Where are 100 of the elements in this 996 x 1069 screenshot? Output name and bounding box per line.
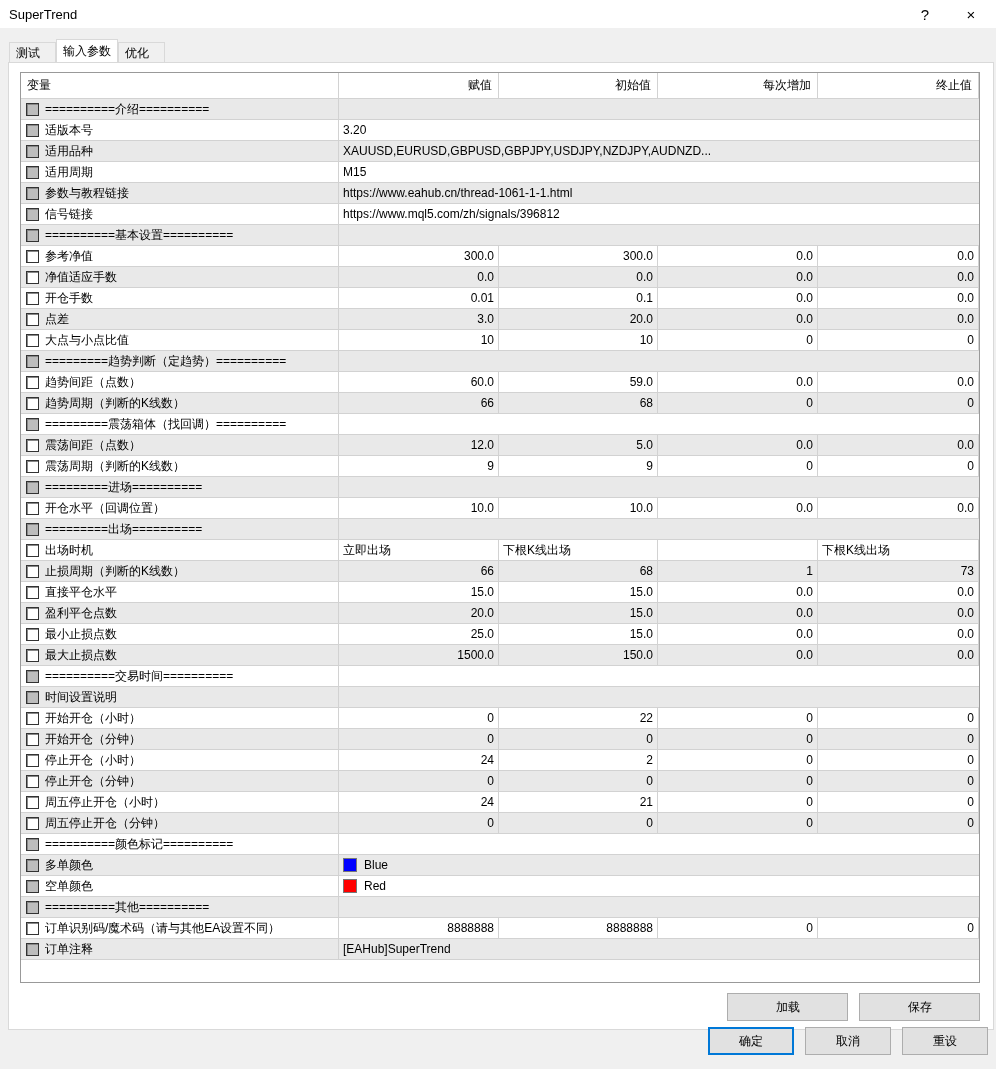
parameter-name: 多单颜色 [45, 856, 93, 874]
parameter-name: =========出场========== [45, 520, 203, 538]
help-button[interactable]: ? [902, 0, 948, 28]
table-row[interactable]: 开仓水平（回调位置） 10.0 10.0 0.0 0.0 [21, 498, 979, 519]
column-header[interactable]: 初始值 [499, 73, 658, 98]
table-cell: 21 [499, 792, 658, 812]
table-row[interactable]: 周五停止开仓（分钟） 0 0 0 0 [21, 813, 979, 834]
table-cell: 10 [499, 330, 658, 350]
checkbox[interactable] [26, 921, 39, 935]
checkbox[interactable] [26, 711, 39, 725]
table-row[interactable]: 趋势周期（判断的K线数） 66 68 0 0 [21, 393, 979, 414]
table-cell: 8888888 [499, 918, 658, 938]
checkbox[interactable] [26, 291, 39, 305]
table-row[interactable]: 大点与小点比值 10 10 0 0 [21, 330, 979, 351]
table-cell: 0.0 [658, 603, 818, 623]
table-cell: 0.1 [499, 288, 658, 308]
checkbox[interactable] [26, 732, 39, 746]
table-cell: 10.0 [339, 498, 499, 518]
table-cell: 0.0 [818, 372, 979, 392]
parameter-name: =========趋势判断（定趋势）========== [45, 352, 287, 370]
column-header[interactable]: 赋值 [339, 73, 499, 98]
checkbox[interactable] [26, 816, 39, 830]
checkbox[interactable] [26, 438, 39, 452]
table-cell: 0 [658, 771, 818, 791]
checkbox[interactable] [26, 396, 39, 410]
parameter-name: 时间设置说明 [45, 688, 117, 706]
checkbox[interactable] [26, 333, 39, 347]
table-cell: 15.0 [499, 603, 658, 623]
checkbox[interactable] [26, 648, 39, 662]
table-row[interactable]: 震荡间距（点数） 12.0 5.0 0.0 0.0 [21, 435, 979, 456]
table-row[interactable]: 止损周期（判断的K线数） 66 68 1 73 [21, 561, 979, 582]
column-header[interactable]: 变量 [21, 73, 339, 98]
table-cell: 0 [658, 729, 818, 749]
table-row[interactable]: 停止开仓（小时） 24 2 0 0 [21, 750, 979, 771]
table-row[interactable]: 开始开仓（分钟） 0 0 0 0 [21, 729, 979, 750]
checkbox[interactable] [26, 585, 39, 599]
dialog-button[interactable]: 重设 [902, 1027, 988, 1055]
checkbox[interactable] [26, 312, 39, 326]
dialog-button[interactable]: 确定 [708, 1027, 794, 1055]
column-header[interactable]: 终止值 [818, 73, 979, 98]
table-cell: 0.0 [658, 498, 818, 518]
panel-button[interactable]: 加载 [727, 993, 848, 1021]
tab[interactable]: 测试 [9, 42, 56, 63]
table-cell: 300.0 [339, 246, 499, 266]
close-button[interactable]: × [948, 0, 994, 28]
table-cell: 0 [339, 729, 499, 749]
table-cell: 0.0 [658, 288, 818, 308]
table-cell-text: https://www.eahub.cn/thread-1061-1-1.html [342, 185, 574, 202]
table-row[interactable]: 开仓手数 0.01 0.1 0.0 0.0 [21, 288, 979, 309]
parameter-name: 停止开仓（小时） [45, 751, 141, 769]
checkbox[interactable] [26, 249, 39, 263]
checkbox[interactable] [26, 543, 39, 557]
table-cell: 22 [499, 708, 658, 728]
checkbox[interactable] [26, 753, 39, 767]
table-cell: 0 [499, 729, 658, 749]
table-row[interactable]: 最小止损点数 25.0 15.0 0.0 0.0 [21, 624, 979, 645]
table-cell-text: XAUUSD,EURUSD,GBPUSD,GBPJPY,USDJPY,NZDJPY,AUDNZD... [342, 143, 713, 160]
tab[interactable]: 输入参数 [56, 39, 118, 63]
table-row[interactable]: 净值适应手数 0.0 0.0 0.0 0.0 [21, 267, 979, 288]
checkbox[interactable] [26, 375, 39, 389]
table-row[interactable]: 点差 3.0 20.0 0.0 0.0 [21, 309, 979, 330]
table-row[interactable]: 盈利平仓点数 20.0 15.0 0.0 0.0 [21, 603, 979, 624]
window-title: SuperTrend [9, 6, 79, 22]
table-cell: 下根K线出场 [499, 540, 658, 560]
checkbox[interactable] [26, 774, 39, 788]
table-cell: 24 [339, 750, 499, 770]
table-cell: 68 [499, 393, 658, 413]
parameter-name: 适用周期 [45, 163, 93, 181]
table-row[interactable]: 震荡周期（判断的K线数） 9 9 0 0 [21, 456, 979, 477]
checkbox[interactable] [26, 459, 39, 473]
table-row[interactable]: 最大止损点数 1500.0 150.0 0.0 0.0 [21, 645, 979, 666]
checkbox[interactable] [26, 564, 39, 578]
checkbox[interactable] [26, 795, 39, 809]
table-row[interactable]: 参考净值 300.0 300.0 0.0 0.0 [21, 246, 979, 267]
panel-button[interactable]: 保存 [859, 993, 980, 1021]
table-row[interactable]: 趋势间距（点数） 60.0 59.0 0.0 0.0 [21, 372, 979, 393]
parameter-name: 空单颜色 [45, 877, 93, 895]
column-header[interactable]: 每次增加 [658, 73, 818, 98]
parameter-name: =========震荡箱体（找回调）========== [45, 415, 287, 433]
checkbox[interactable] [26, 627, 39, 641]
table-row[interactable]: 订单识别码/魔术码（请与其他EA设置不同） 8888888 8888888 0 0 [21, 918, 979, 939]
table-row[interactable]: 周五停止开仓（小时） 24 21 0 0 [21, 792, 979, 813]
table-cell: 3.0 [339, 309, 499, 329]
parameter-name: 止损周期（判断的K线数） [45, 562, 185, 580]
table-row[interactable]: 出场时机 立即出场 下根K线出场 下根K线出场 [21, 540, 979, 561]
table-row[interactable]: 停止开仓（分钟） 0 0 0 0 [21, 771, 979, 792]
parameter-name: ==========基本设置========== [45, 226, 234, 244]
dialog-button[interactable]: 取消 [805, 1027, 891, 1055]
table-cell: 0 [658, 393, 818, 413]
table-row[interactable]: 直接平仓水平 15.0 15.0 0.0 0.0 [21, 582, 979, 603]
parameter-name: 参考净值 [45, 247, 93, 265]
table-cell: 0.0 [339, 267, 499, 287]
table-row[interactable]: 开始开仓（小时） 0 22 0 0 [21, 708, 979, 729]
checkbox[interactable] [26, 270, 39, 284]
tab[interactable]: 优化 [118, 42, 165, 63]
table-cell: 0.0 [658, 246, 818, 266]
checkbox[interactable] [26, 606, 39, 620]
table-cell: 0 [818, 771, 979, 791]
checkbox[interactable] [26, 501, 39, 515]
table-cell: 20.0 [339, 603, 499, 623]
